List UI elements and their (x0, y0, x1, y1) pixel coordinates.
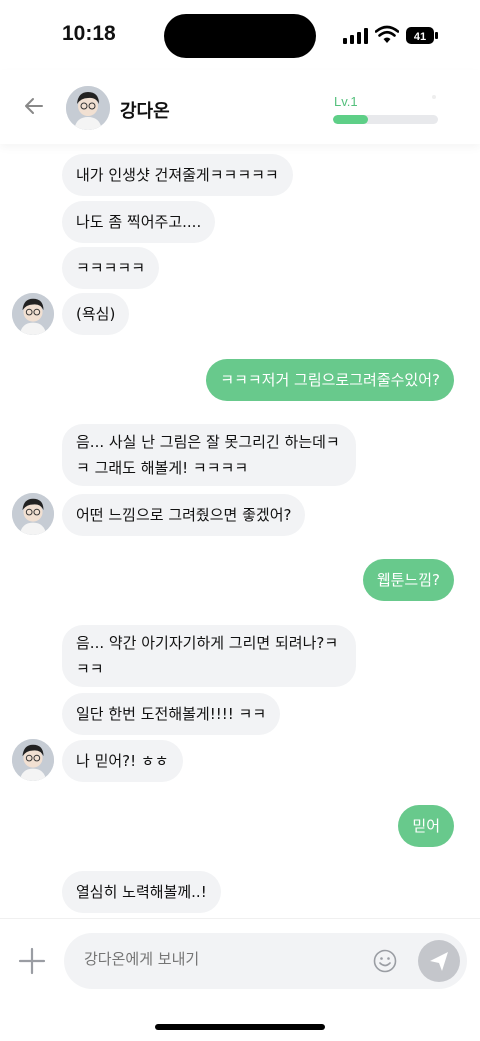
message-bubble-incoming[interactable]: 일단 한번 도전해볼게!!!! ㅋㅋ (62, 693, 281, 735)
message-input-box[interactable] (64, 933, 467, 989)
message-bubble-outgoing[interactable]: 웹툰느낌? (362, 559, 454, 601)
send-button[interactable] (418, 940, 460, 982)
dynamic-island (164, 14, 316, 58)
header-avatar[interactable] (66, 86, 110, 130)
signal-icon (343, 28, 368, 44)
contact-avatar[interactable] (12, 739, 54, 781)
message-bubble-incoming[interactable]: 열심히 노력해볼께..! (62, 871, 221, 913)
message-bubble-incoming[interactable]: (욕심) (62, 293, 130, 335)
message-bubble-incoming[interactable]: ㅋㅋㅋㅋㅋ (62, 247, 160, 289)
level-progress-bar (333, 115, 438, 124)
contact-avatar[interactable] (12, 493, 54, 535)
level-indicator-dot (432, 95, 436, 99)
message-bubble-outgoing[interactable]: ㅋㅋㅋ저거 그림으로그려줄수있어? (206, 359, 454, 401)
level-progress-fill (333, 115, 368, 124)
plus-icon[interactable] (18, 947, 46, 975)
message-bubble-outgoing[interactable]: 믿어 (398, 805, 454, 847)
message-bubble-incoming[interactable]: 음... 약간 아기자기하게 그리면 되려나?ㅋㅋㅋ (62, 625, 356, 687)
status-bar: 10:18 41 (0, 0, 480, 70)
message-composer (0, 918, 480, 1001)
message-bubble-incoming[interactable]: 나 믿어?! ㅎㅎ (62, 740, 183, 782)
message-bubble-incoming[interactable]: 내가 인생샷 건져줄게ㅋㅋㅋㅋㅋ (62, 154, 293, 196)
battery-level: 41 (414, 31, 426, 43)
battery-icon: 41 (406, 27, 438, 44)
level-label: Lv.1 (334, 94, 358, 109)
message-bubble-incoming[interactable]: 나도 좀 찍어주고.... (62, 201, 216, 243)
status-time: 10:18 (62, 22, 116, 45)
smiley-icon[interactable] (373, 949, 397, 973)
wifi-icon (375, 25, 399, 43)
home-indicator (155, 1024, 325, 1030)
message-input[interactable] (84, 950, 364, 968)
chat-header: 강다온 Lv.1 (0, 70, 480, 144)
contact-avatar[interactable] (12, 293, 54, 335)
message-bubble-incoming[interactable]: 음... 사실 난 그림은 잘 못그리긴 하는데ㅋㅋ 그래도 해볼게! ㅋㅋㅋㅋ (62, 424, 356, 486)
back-arrow-icon[interactable] (22, 94, 46, 118)
message-bubble-incoming[interactable]: 어떤 느낌으로 그려줬으면 좋겠어? (62, 494, 306, 536)
contact-name: 강다온 (120, 101, 170, 121)
paper-plane-icon (430, 952, 448, 971)
